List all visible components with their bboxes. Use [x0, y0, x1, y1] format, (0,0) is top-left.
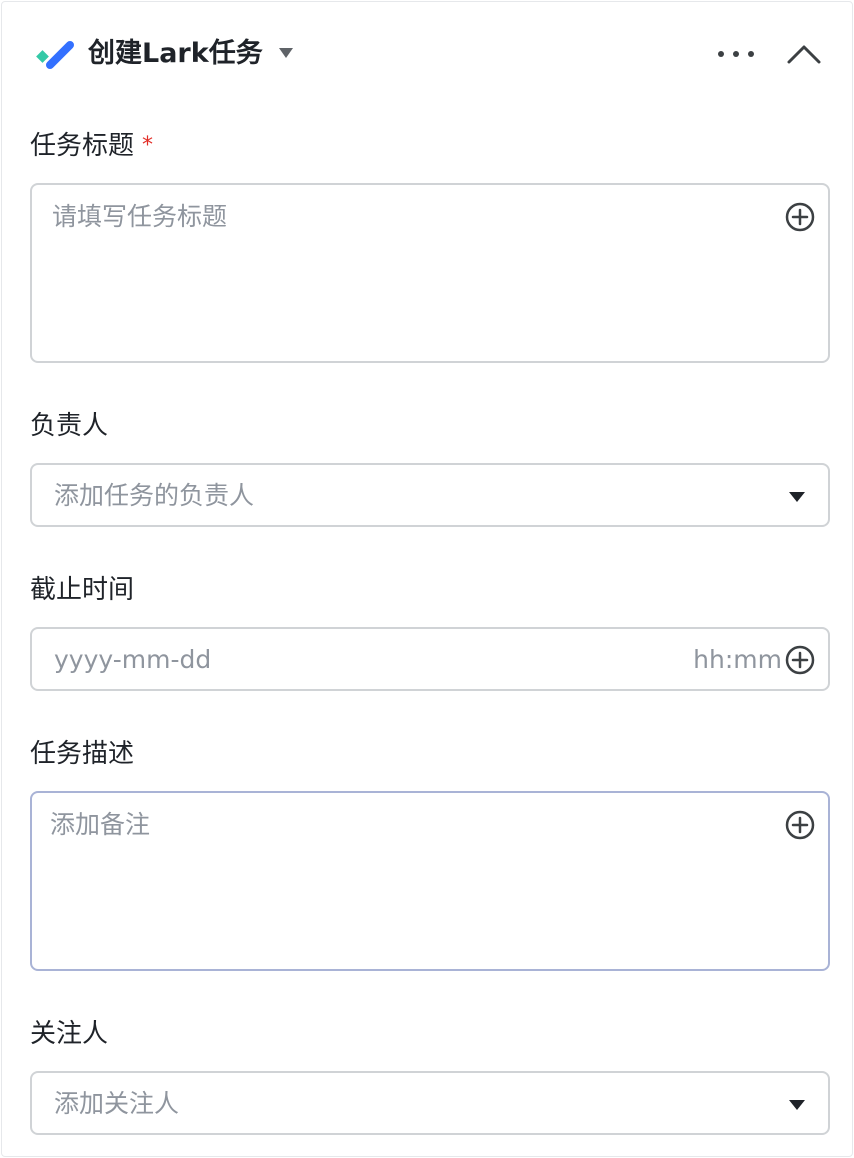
add-circle-icon[interactable]	[784, 201, 816, 233]
panel-title: 创建Lark任务	[88, 38, 263, 69]
deadline-label: 截止时间	[30, 575, 135, 605]
add-circle-icon[interactable]	[784, 809, 816, 841]
description-label: 任务描述	[30, 739, 135, 769]
caret-down-icon[interactable]	[277, 46, 295, 60]
required-mark: *	[142, 133, 154, 158]
description-placeholder: 添加备注	[50, 810, 151, 839]
caret-down-icon	[789, 1100, 805, 1110]
lark-task-icon	[36, 41, 74, 69]
date-input[interactable]: yyyy-mm-dd	[54, 644, 211, 676]
create-task-panel: 创建Lark任务 任务标题 * 请填写任务标题 负责人 添加任务的负责人 截止时…	[1, 1, 853, 1157]
task-title-placeholder: 请填写任务标题	[52, 202, 228, 231]
deadline-field[interactable]: yyyy-mm-dd hh:mm	[30, 627, 830, 691]
assignee-placeholder: 添加任务的负责人	[54, 481, 255, 510]
time-input[interactable]: hh:mm	[693, 644, 782, 676]
add-circle-icon[interactable]	[784, 644, 816, 676]
description-textarea[interactable]: 添加备注	[30, 791, 830, 971]
task-title-label-text: 任务标题	[30, 131, 135, 161]
assignee-label: 负责人	[30, 411, 109, 441]
followers-select[interactable]: 添加关注人	[30, 1071, 830, 1135]
caret-down-icon	[789, 492, 805, 502]
chevron-up-icon[interactable]	[786, 40, 822, 68]
task-title-input[interactable]: 请填写任务标题	[30, 183, 830, 363]
followers-placeholder: 添加关注人	[54, 1089, 180, 1118]
assignee-select[interactable]: 添加任务的负责人	[30, 463, 830, 527]
more-options-icon[interactable]	[716, 42, 756, 66]
task-title-label: 任务标题 *	[30, 129, 153, 163]
panel-header: 创建Lark任务	[2, 2, 852, 102]
followers-label: 关注人	[30, 1019, 109, 1049]
